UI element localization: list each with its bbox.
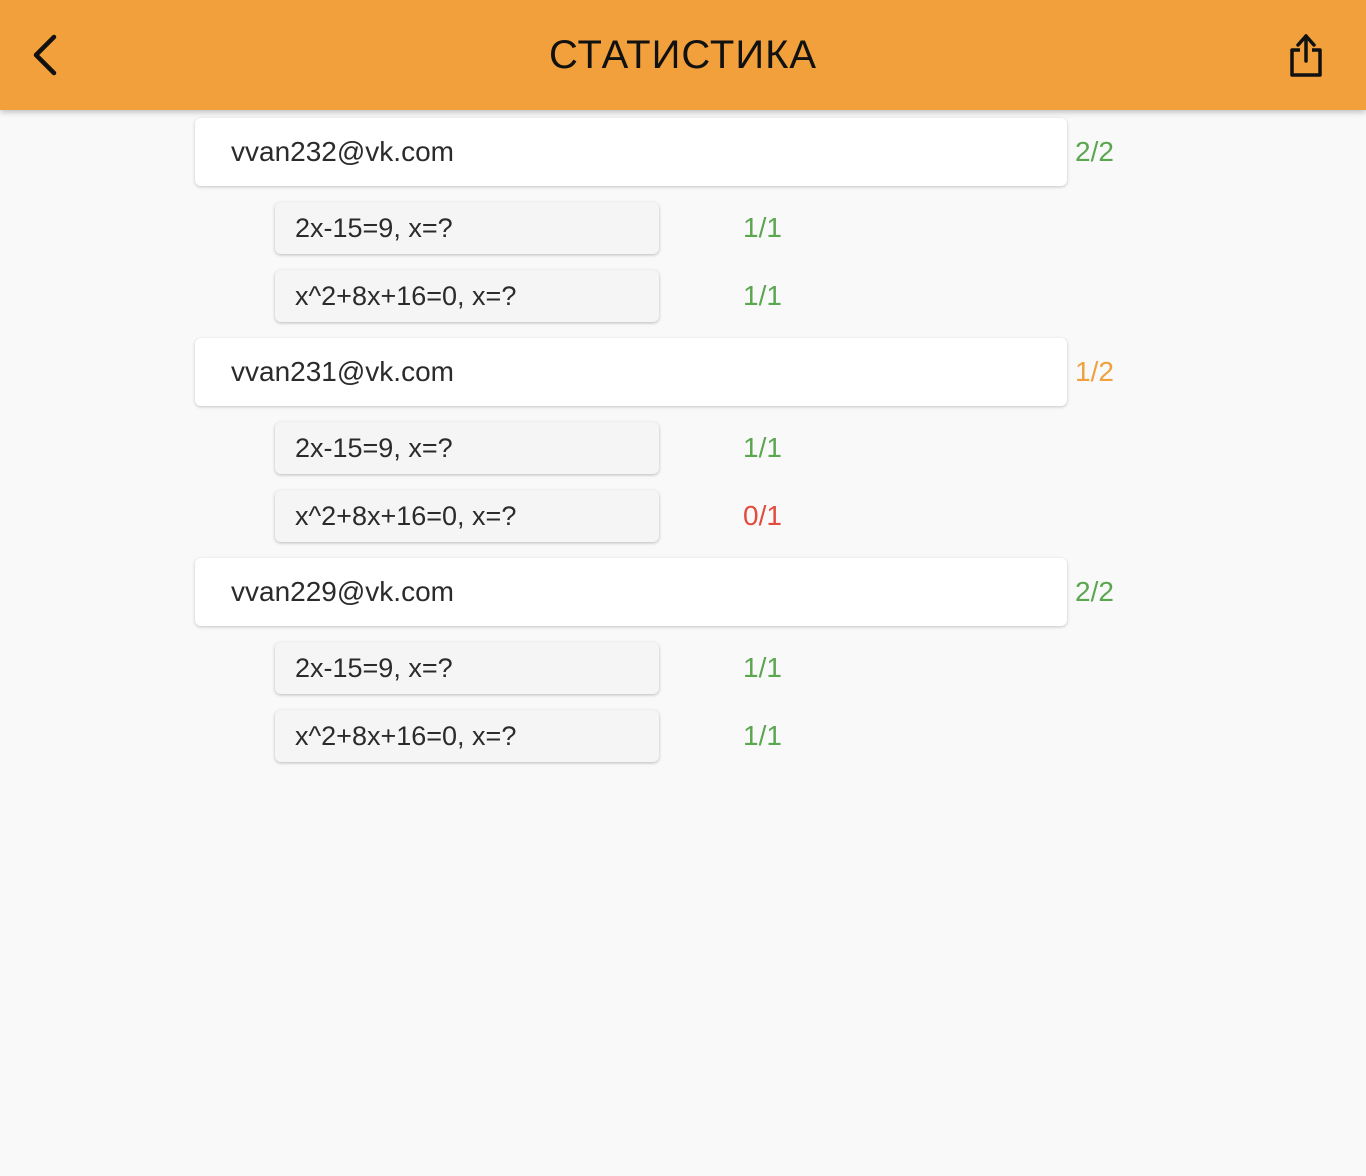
- user-block: vvan232@vk.com 2/2 2x-15=9, x=? 1/1 x^2+…: [0, 118, 1366, 324]
- task-question: x^2+8x+16=0, x=?: [295, 500, 517, 531]
- user-email-card[interactable]: vvan229@vk.com: [195, 558, 1067, 626]
- task-score: 0/1: [743, 500, 782, 531]
- user-email: vvan232@vk.com: [231, 136, 454, 167]
- user-email-card[interactable]: vvan232@vk.com: [195, 118, 1067, 186]
- user-row: vvan231@vk.com 1/2: [0, 338, 1366, 406]
- task-score: 1/1: [743, 652, 782, 683]
- task-row: x^2+8x+16=0, x=? 1/1: [0, 710, 1366, 764]
- task-question: x^2+8x+16=0, x=?: [295, 280, 517, 311]
- user-score: 2/2: [1075, 576, 1114, 607]
- user-score: 2/2: [1075, 136, 1114, 167]
- share-button[interactable]: [1286, 25, 1326, 85]
- statistics-list: vvan232@vk.com 2/2 2x-15=9, x=? 1/1 x^2+…: [0, 118, 1366, 778]
- task-row: x^2+8x+16=0, x=? 0/1: [0, 490, 1366, 544]
- share-icon: [1290, 34, 1322, 77]
- task-question: 2x-15=9, x=?: [295, 212, 453, 243]
- user-row: vvan229@vk.com 2/2: [0, 558, 1366, 626]
- app-bar: СТАТИСТИКА: [0, 0, 1366, 110]
- user-row: vvan232@vk.com 2/2: [0, 118, 1366, 186]
- task-row: 2x-15=9, x=? 1/1: [0, 642, 1366, 696]
- user-email-card[interactable]: vvan231@vk.com: [195, 338, 1067, 406]
- task-question: 2x-15=9, x=?: [295, 432, 453, 463]
- task-score: 1/1: [743, 432, 782, 463]
- user-block: vvan231@vk.com 1/2 2x-15=9, x=? 1/1 x^2+…: [0, 338, 1366, 544]
- user-block: vvan229@vk.com 2/2 2x-15=9, x=? 1/1 x^2+…: [0, 558, 1366, 764]
- user-email: vvan229@vk.com: [231, 576, 454, 607]
- task-score: 1/1: [743, 212, 782, 243]
- task-card[interactable]: 2x-15=9, x=?: [275, 202, 659, 254]
- task-card[interactable]: 2x-15=9, x=?: [275, 422, 659, 474]
- page-title: СТАТИСТИКА: [548, 33, 818, 77]
- task-card[interactable]: x^2+8x+16=0, x=?: [275, 710, 659, 762]
- task-row: 2x-15=9, x=? 1/1: [0, 422, 1366, 476]
- task-card[interactable]: x^2+8x+16=0, x=?: [275, 270, 659, 322]
- task-score: 1/1: [743, 720, 782, 751]
- task-row: x^2+8x+16=0, x=? 1/1: [0, 270, 1366, 324]
- user-email: vvan231@vk.com: [231, 356, 454, 387]
- task-row: 2x-15=9, x=? 1/1: [0, 202, 1366, 256]
- task-card[interactable]: 2x-15=9, x=?: [275, 642, 659, 694]
- task-question: 2x-15=9, x=?: [295, 652, 453, 683]
- task-score: 1/1: [743, 280, 782, 311]
- user-score: 1/2: [1075, 356, 1114, 387]
- task-card[interactable]: x^2+8x+16=0, x=?: [275, 490, 659, 542]
- task-question: x^2+8x+16=0, x=?: [295, 720, 517, 751]
